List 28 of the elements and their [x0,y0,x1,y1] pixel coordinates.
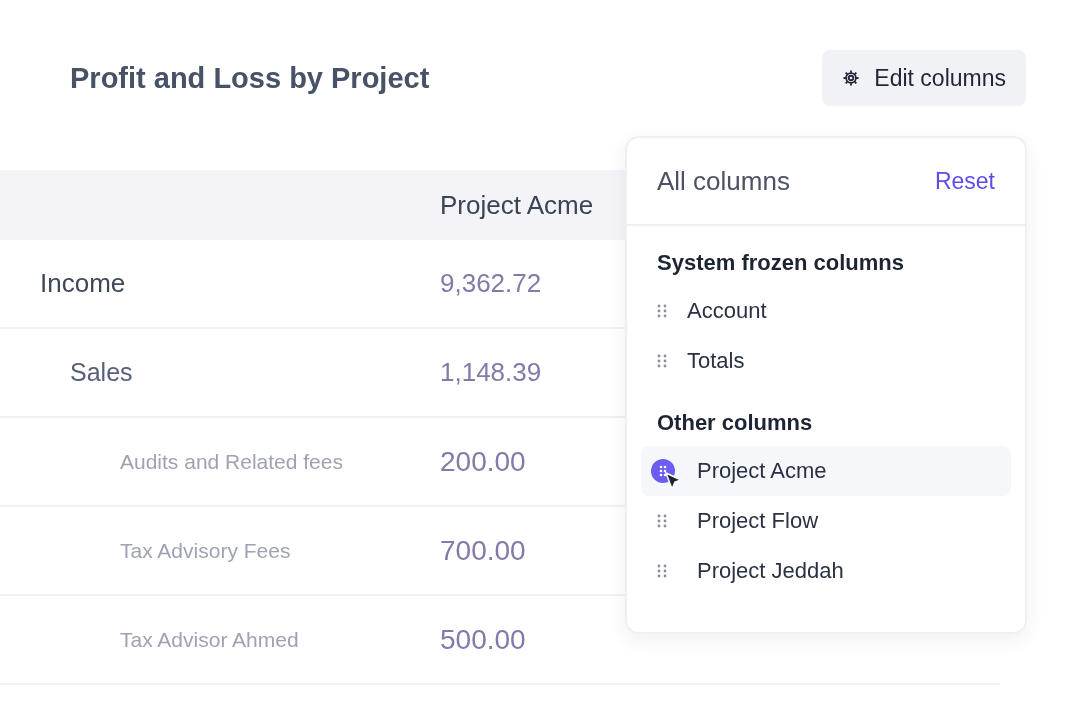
drag-handle-icon[interactable] [657,354,667,368]
column-item[interactable]: Totals [641,336,1011,386]
amount-cell: 200.00 [440,445,526,478]
amount-cell: 1,148.39 [440,357,542,388]
section-heading: System frozen columns [656,249,905,277]
section-heading: Other columns [656,409,814,437]
amount-cell: 9,362.72 [440,268,542,299]
account-cell-text: Sales [69,358,134,387]
cursor-icon [665,472,683,492]
report-title: Profit and Loss by Project [70,61,430,95]
settings-icon [842,69,861,87]
amount-cell: 500.00 [440,623,526,656]
account-cell-text: Tax Advisor Ahmed [119,627,300,652]
column-item[interactable]: Project Flow [641,496,1011,546]
drag-handle-icon[interactable] [657,514,667,528]
reset-link[interactable]: Reset [934,167,995,195]
column-item[interactable]: Project Acme [641,446,1011,496]
drag-handle-icon[interactable] [657,304,667,318]
amount-cell: 700.00 [440,534,526,567]
column-item[interactable]: Project Jeddah [641,546,1011,596]
account-cell-text: Audits and Related fees [119,449,344,474]
column-header: Project Acme [440,189,595,221]
drag-handle-icon[interactable] [657,564,667,578]
account-cell-text: Income [39,268,127,299]
menu-title: All columns [657,165,790,197]
edit-columns-button[interactable]: Edit columns [822,50,1026,106]
account-cell-text: Tax Advisory Fees [119,538,292,563]
column-item[interactable]: Account [641,286,1011,336]
